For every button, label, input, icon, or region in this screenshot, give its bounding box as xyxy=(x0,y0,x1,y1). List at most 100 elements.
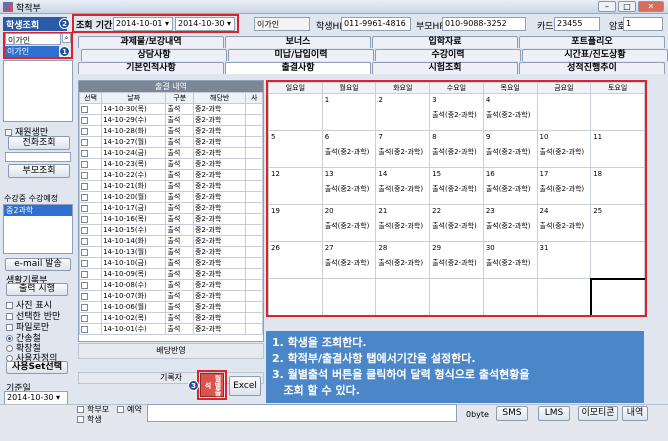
calendar-cell[interactable]: 22 출석(중2-과학) xyxy=(429,204,484,242)
calendar-cell[interactable]: 23 출석(중2-과학) xyxy=(482,204,538,242)
tab-1-1[interactable]: 과제물/보강내역 xyxy=(78,36,224,48)
table-row[interactable]: 14-10-20(월) 출석 중2-과학 xyxy=(78,191,263,203)
calendar-cell[interactable] xyxy=(590,93,645,131)
row-select-checkbox[interactable] xyxy=(78,279,103,291)
tab-1-3[interactable]: 입학자료 xyxy=(372,36,518,48)
calendar-cell[interactable]: 25 xyxy=(590,204,645,242)
lms-button[interactable]: LMS xyxy=(538,406,570,421)
calendar-cell[interactable]: 11 xyxy=(590,130,645,168)
calendar-cell[interactable] xyxy=(482,278,538,315)
chk-student[interactable]: 학생 xyxy=(77,414,102,425)
row-select-checkbox[interactable] xyxy=(78,268,103,280)
student-list-item[interactable]: 이가인 xyxy=(5,46,59,57)
name-input[interactable]: 이가인 xyxy=(5,33,61,45)
tab-1-2[interactable]: 보너스 xyxy=(225,36,371,48)
date-to-select[interactable]: 2014-10-30 ▾ xyxy=(175,17,235,31)
row-select-checkbox[interactable] xyxy=(78,213,103,225)
parent-hp-field[interactable]: 010-9088-3252 xyxy=(442,17,526,31)
tab-1-4[interactable]: 포트폴리오 xyxy=(519,36,665,48)
calendar-cell[interactable]: 17 출석(중2-과학) xyxy=(536,167,592,205)
table-row[interactable]: 14-10-28(화) 출석 중2-과학 xyxy=(78,125,263,137)
calendar-cell[interactable] xyxy=(268,278,323,315)
row-select-checkbox[interactable] xyxy=(78,125,103,137)
attendance-col-header[interactable]: 선택 xyxy=(78,92,103,104)
calendar-cell[interactable]: 15 출석(중2-과학) xyxy=(429,167,484,205)
table-row[interactable]: 14-10-07(화) 출석 중2-과학 xyxy=(78,290,263,302)
table-row[interactable]: 14-10-02(목) 출석 중2-과학 xyxy=(78,312,263,324)
calendar-cell[interactable]: 27 출석(중2-과학) xyxy=(321,241,377,279)
student-list[interactable] xyxy=(3,60,73,122)
calendar-cell[interactable]: 8 출석(중2-과학) xyxy=(429,130,484,168)
calendar-cell[interactable]: 7 출석(중2-과학) xyxy=(375,130,431,168)
calendar-cell[interactable] xyxy=(375,278,431,315)
row-select-checkbox[interactable] xyxy=(78,136,103,148)
row-select-checkbox[interactable] xyxy=(78,246,103,258)
attendance-col-header[interactable]: 해당반 xyxy=(193,92,247,104)
row-select-checkbox[interactable] xyxy=(78,312,103,324)
row-select-checkbox[interactable] xyxy=(78,224,103,236)
calendar-cell[interactable]: 31 xyxy=(536,241,592,279)
table-row[interactable]: 14-10-06(월) 출석 중2-과학 xyxy=(78,301,263,313)
calendar-cell[interactable] xyxy=(590,241,645,279)
row-select-checkbox[interactable] xyxy=(78,191,103,203)
phone-lookup-button[interactable]: 전화조회 xyxy=(8,136,70,150)
row-select-checkbox[interactable] xyxy=(78,257,103,269)
calendar-cell[interactable]: 12 xyxy=(268,167,323,205)
calendar-cell[interactable] xyxy=(589,277,645,315)
calendar-cell[interactable]: 9 출석(중2-과학) xyxy=(482,130,538,168)
calendar-cell[interactable]: 6 출석(중2-과학) xyxy=(321,130,377,168)
calendar-cell[interactable]: 16 출석(중2-과학) xyxy=(482,167,538,205)
phone-input[interactable] xyxy=(5,152,71,162)
tab-3-1[interactable]: 기본인적사항 xyxy=(78,62,224,74)
close-button[interactable]: ✕ xyxy=(638,1,664,12)
calendar-cell[interactable]: 4 출석(중2-과학) xyxy=(482,93,538,131)
table-row[interactable]: 14-10-01(수) 출석 중2-과학 xyxy=(78,323,263,335)
pw-field[interactable]: 1 xyxy=(623,17,663,31)
table-row[interactable]: 14-10-30(목) 출석 중2-과학 xyxy=(78,103,263,115)
calendar-cell[interactable] xyxy=(429,278,484,315)
calendar-cell[interactable]: 28 출석(중2-과학) xyxy=(375,241,431,279)
row-select-checkbox[interactable] xyxy=(78,323,103,335)
calendar-cell[interactable] xyxy=(536,93,592,131)
calendar-cell[interactable]: 14 출석(중2-과학) xyxy=(375,167,431,205)
table-row[interactable]: 14-10-10(금) 출석 중2-과학 xyxy=(78,257,263,269)
tab-2-2[interactable]: 미납/납입이력 xyxy=(228,49,374,61)
row-select-checkbox[interactable] xyxy=(78,114,103,126)
attendance-col-header[interactable]: 날짜 xyxy=(101,92,167,104)
history-button[interactable]: 내역 xyxy=(622,406,648,421)
calendar-cell[interactable]: 2 xyxy=(375,93,431,131)
calendar-cell[interactable]: 26 xyxy=(268,241,323,279)
table-row[interactable]: 14-10-27(월) 출석 중2-과학 xyxy=(78,136,263,148)
calendar-cell[interactable]: 30 출석(중2-과학) xyxy=(482,241,538,279)
attendance-col-header[interactable]: 사 xyxy=(245,92,263,104)
table-row[interactable]: 14-10-15(수) 출석 중2-과학 xyxy=(78,224,263,236)
calendar-cell[interactable]: 18 xyxy=(590,167,645,205)
calendar-cell[interactable]: 13 출석(중2-과학) xyxy=(321,167,377,205)
calendar-cell[interactable] xyxy=(536,278,592,315)
calendar-cell[interactable] xyxy=(321,278,377,315)
row-select-checkbox[interactable] xyxy=(78,169,103,181)
tab-3-3[interactable]: 시험조회 xyxy=(372,62,518,74)
calendar-cell[interactable]: 19 xyxy=(268,204,323,242)
date-from-select[interactable]: 2014-10-01 ▾ xyxy=(113,17,173,31)
row-select-checkbox[interactable] xyxy=(78,235,103,247)
chk-reserve[interactable]: 예약 xyxy=(117,404,142,415)
monthly-attendance-button[interactable]: 월별출석 xyxy=(200,373,224,397)
calendar-cell[interactable]: 10 출석(중2-과학) xyxy=(536,130,592,168)
calendar-cell[interactable]: 20 출석(중2-과학) xyxy=(321,204,377,242)
parent-lookup-button[interactable]: 부모조회 xyxy=(8,164,70,178)
calendar-cell[interactable]: 3 출석(중2-과학) xyxy=(429,93,484,131)
row-select-checkbox[interactable] xyxy=(78,180,103,192)
email-button[interactable]: e-mail 발송 xyxy=(5,258,71,271)
row-select-checkbox[interactable] xyxy=(78,147,103,159)
tab-2-1[interactable]: 상담사항 xyxy=(81,49,227,61)
minimize-button[interactable]: – xyxy=(598,1,616,12)
student-hp-field[interactable]: 011-9961-4816 xyxy=(341,17,411,31)
row-select-checkbox[interactable] xyxy=(78,158,103,170)
table-row[interactable]: 14-10-21(화) 출석 중2-과학 xyxy=(78,180,263,192)
tab-3-2[interactable]: 출결사항 xyxy=(225,62,371,74)
row-select-checkbox[interactable] xyxy=(78,103,103,115)
tab-2-3[interactable]: 수강이력 xyxy=(375,49,521,61)
table-row[interactable]: 14-10-13(월) 출석 중2-과학 xyxy=(78,246,263,258)
calendar-cell[interactable]: 21 출석(중2-과학) xyxy=(375,204,431,242)
